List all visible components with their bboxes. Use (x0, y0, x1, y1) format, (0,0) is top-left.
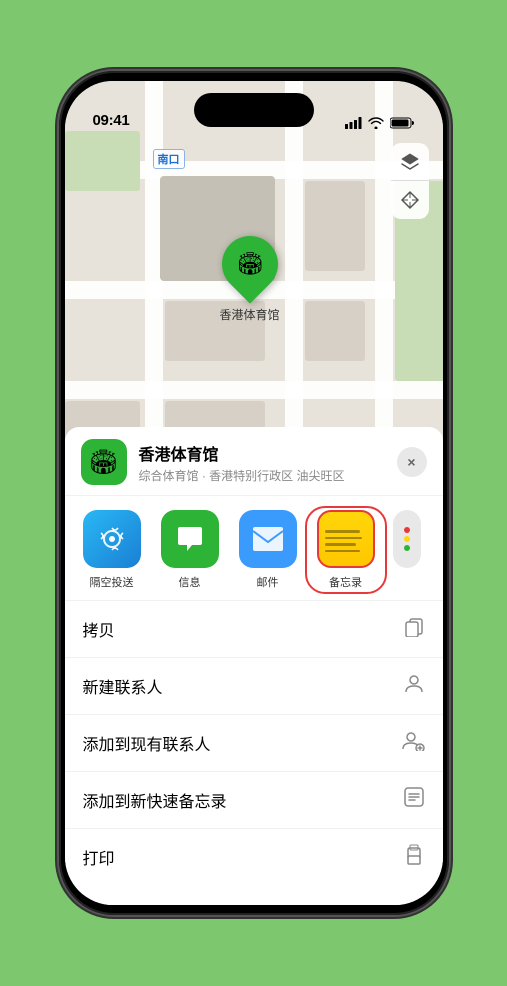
new-contact-label: 新建联系人 (83, 674, 163, 698)
menu-item-quick-note[interactable]: 添加到新快速备忘录 (65, 772, 443, 829)
status-icons (345, 117, 415, 129)
signal-icon (345, 117, 362, 129)
share-item-mail[interactable]: 邮件 (231, 510, 305, 590)
menu-item-print[interactable]: 打印 (65, 829, 443, 885)
print-icon (403, 843, 425, 871)
airdrop-label: 隔空投送 (90, 574, 134, 590)
notes-line-2 (325, 537, 363, 540)
sheet-header: 🏟 香港体育馆 综合体育馆 · 香港特别行政区 油尖旺区 × (65, 427, 443, 496)
quick-note-icon (403, 786, 425, 814)
menu-item-copy[interactable]: 拷贝 (65, 601, 443, 658)
venue-icon: 🏟 (81, 439, 127, 485)
menu-item-new-contact[interactable]: 新建联系人 (65, 658, 443, 715)
add-contact-svg (401, 729, 425, 751)
quick-note-svg (403, 786, 425, 808)
messages-icon (161, 510, 219, 568)
notes-lines (319, 522, 373, 556)
copy-svg (403, 615, 425, 637)
map-south-label: 南口 (153, 149, 185, 169)
new-contact-icon (403, 672, 425, 700)
mail-label: 邮件 (257, 574, 279, 590)
notes-line-3 (325, 543, 357, 546)
map-layers-icon (400, 152, 420, 172)
share-row: 隔空投送 信息 (65, 496, 443, 600)
share-item-airdrop[interactable]: 隔空投送 (75, 510, 149, 590)
wifi-icon (368, 117, 384, 129)
notes-line-4 (325, 550, 361, 553)
mail-svg (251, 525, 285, 553)
battery-icon (390, 117, 415, 129)
phone-screen: 09:41 (65, 81, 443, 905)
airdrop-icon (83, 510, 141, 568)
messages-label: 信息 (179, 574, 201, 590)
pin-label: 香港体育馆 (220, 306, 280, 323)
map-pin: 🏟 香港体育馆 (220, 236, 280, 323)
menu-item-add-existing[interactable]: 添加到现有联系人 (65, 715, 443, 772)
share-item-notes[interactable]: 备忘录 (309, 510, 383, 590)
messages-svg (174, 523, 206, 555)
close-button[interactable]: × (397, 447, 427, 477)
status-time: 09:41 (93, 112, 130, 129)
share-item-more[interactable] (387, 510, 427, 590)
quick-note-label: 添加到新快速备忘录 (83, 788, 227, 812)
airdrop-svg (97, 524, 127, 554)
dynamic-island (194, 93, 314, 127)
map-layers-button[interactable] (391, 143, 429, 181)
bottom-sheet: 🏟 香港体育馆 综合体育馆 · 香港特别行政区 油尖旺区 × (65, 427, 443, 905)
copy-icon (403, 615, 425, 643)
notes-label: 备忘录 (329, 574, 362, 590)
print-svg (403, 843, 425, 865)
copy-label: 拷贝 (83, 617, 115, 641)
share-item-messages[interactable]: 信息 (153, 510, 227, 590)
venue-name: 香港体育馆 (139, 441, 385, 465)
pin-circle: 🏟 (210, 224, 289, 303)
venue-subtitle: 综合体育馆 · 香港特别行政区 油尖旺区 (139, 467, 385, 484)
print-label: 打印 (83, 845, 115, 869)
phone-frame: 09:41 (59, 71, 449, 915)
pin-icon: 🏟 (236, 251, 264, 277)
mail-icon (239, 510, 297, 568)
more-icon (393, 510, 421, 568)
location-icon (401, 191, 419, 209)
map-control-buttons (391, 143, 429, 219)
notes-icon (317, 510, 375, 568)
add-existing-label: 添加到现有联系人 (83, 731, 211, 755)
contact-svg (403, 672, 425, 694)
notes-line-1 (325, 530, 361, 533)
venue-info: 香港体育馆 综合体育馆 · 香港特别行政区 油尖旺区 (139, 441, 385, 484)
location-button[interactable] (391, 181, 429, 219)
add-existing-icon (401, 729, 425, 757)
